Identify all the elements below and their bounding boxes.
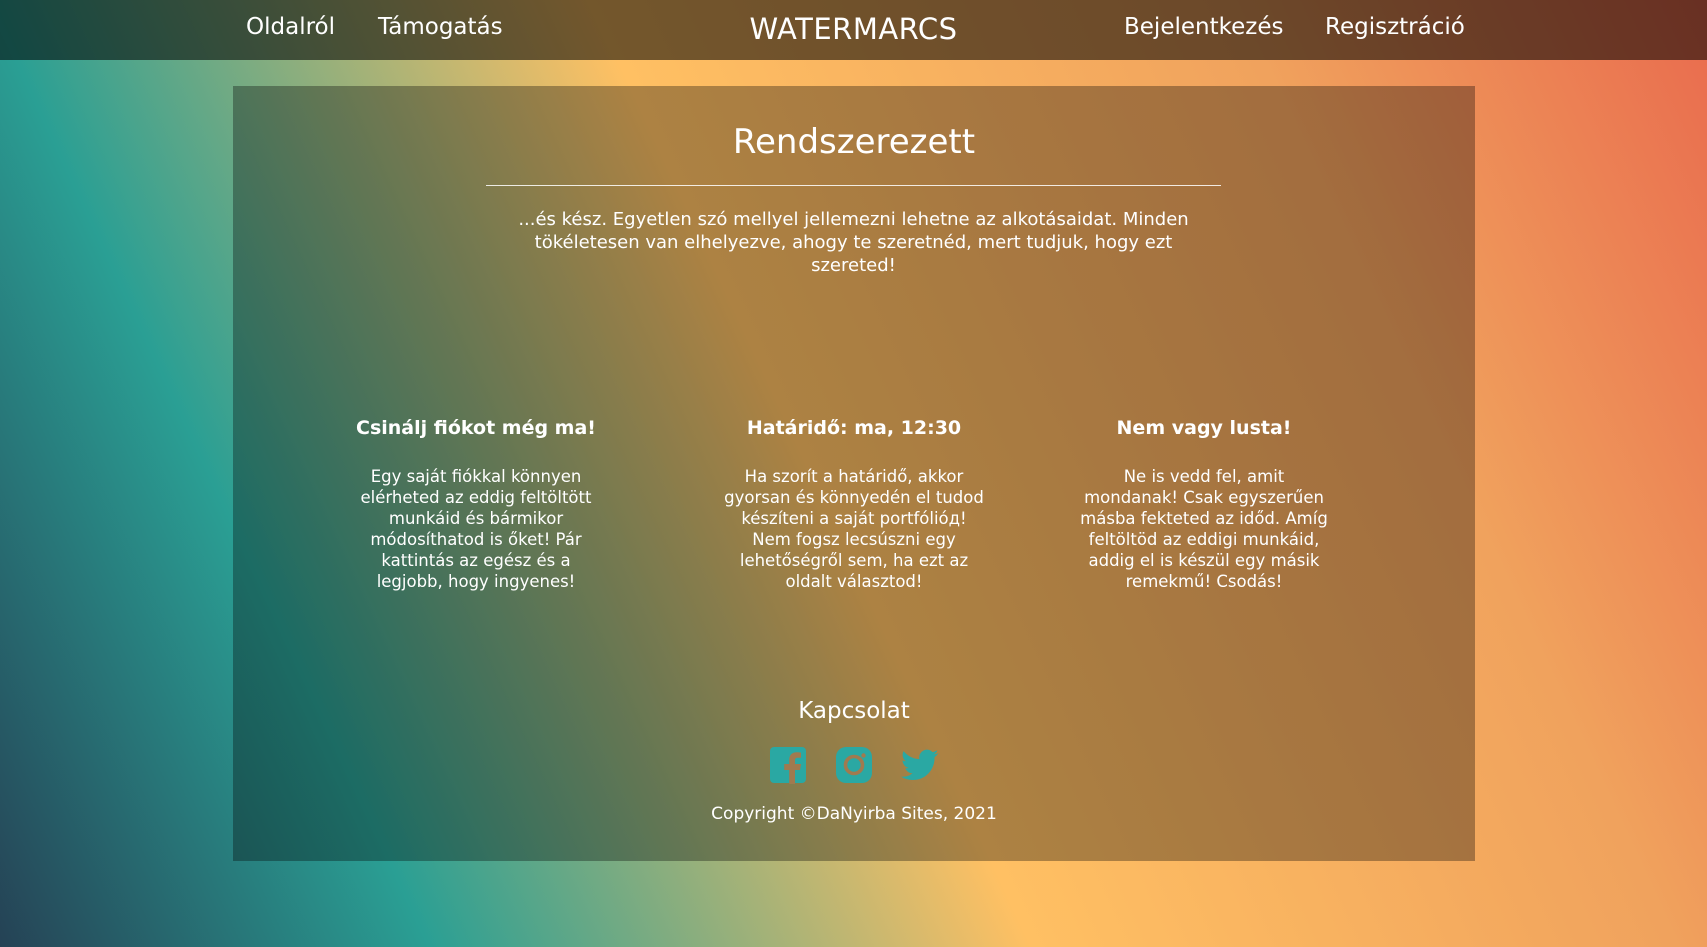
hero-text: ...és kész. Egyetlen szó mellyel jelleme… (518, 209, 1189, 276)
brand-logo-text[interactable]: WATERMARCS (749, 12, 957, 46)
feature-card-account: Csinálj fiókot még ma! Egy saját fiókkal… (350, 416, 602, 592)
feature-title: Csinálj fiókot még ma! (356, 417, 596, 439)
nav-link-login[interactable]: Bejelentkezés (1124, 14, 1283, 40)
feature-text: Egy saját fiókkal könnyen elérheted az e… (360, 467, 592, 591)
copyright-text: Copyright ©DaNyirba Sites, 2021 (711, 804, 997, 824)
main-panel: Rendszerezett ...és kész. Egyetlen szó m… (233, 86, 1475, 861)
feature-card-lazy: Nem vagy lusta! Ne is vedd fel, amit mon… (1078, 416, 1330, 592)
feature-title: Határidő: ma, 12:30 (746, 417, 962, 439)
nav-link-register[interactable]: Regisztráció (1325, 14, 1465, 40)
feature-card-deadline: Határidő: ma, 12:30 Ha szorít a határidő… (720, 416, 988, 592)
hero-divider (486, 185, 1221, 186)
nav-link-about[interactable]: Oldalról (246, 14, 335, 40)
top-navbar: Oldalról Támogatás WATERMARCS Bejelentke… (0, 0, 1707, 60)
feature-text: Ha szorít a határidő, akkor gyorsan és k… (724, 467, 984, 591)
instagram-icon[interactable] (835, 746, 873, 784)
hero-title: Rendszerezett (732, 122, 976, 162)
nav-link-support[interactable]: Támogatás (378, 14, 503, 40)
contact-title: Kapcsolat (798, 698, 910, 724)
feature-text: Ne is vedd fel, amit mondanak! Csak egys… (1080, 467, 1328, 591)
facebook-icon[interactable] (769, 746, 807, 784)
twitter-icon[interactable] (901, 746, 939, 784)
social-links (233, 746, 1475, 784)
feature-title: Nem vagy lusta! (1116, 417, 1292, 439)
